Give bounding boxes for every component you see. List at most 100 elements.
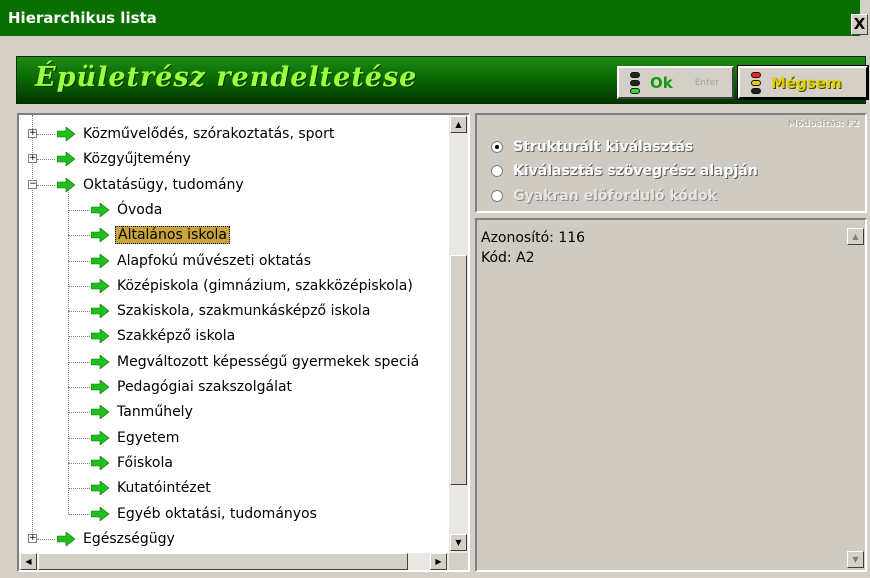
tree-item[interactable]: Általános iskola — [91, 223, 231, 247]
scrollbar-corner — [449, 553, 468, 570]
radio-button-icon — [491, 141, 503, 153]
radio-button-icon — [491, 165, 503, 177]
tree-horizontal-scrollbar[interactable]: ◀ ▶ — [19, 553, 449, 570]
tree-connector — [68, 437, 90, 439]
radio-label: Kiválasztás szövegrész alapján — [513, 163, 758, 179]
tree-connector — [68, 285, 90, 287]
tree-connector — [37, 184, 55, 186]
tree-item[interactable]: Főiskola — [91, 451, 175, 475]
page-title: Épületrész rendeltetése — [35, 62, 418, 93]
tree-item-label: Pedagógiai szakszolgálat — [117, 379, 293, 395]
details-id: Azonosító: 116 — [481, 230, 586, 246]
header-band: Épületrész rendeltetése Ok Enter Mégsem — [16, 56, 869, 104]
scroll-right-icon[interactable]: ▶ — [430, 553, 447, 570]
tree-item-label: Egyetem — [117, 429, 180, 446]
scroll-up-icon[interactable]: ▲ — [450, 116, 467, 133]
tree-item-label: Megváltozott képességű gyermekek speciá — [117, 353, 420, 370]
radio-text-search[interactable]: Kiválasztás szövegrész alapján — [491, 163, 758, 179]
tree-item[interactable]: Középiskola (gimnázium, szakközépiskola) — [91, 274, 415, 298]
tree-item[interactable]: Egyetem — [91, 426, 181, 450]
traffic-light-icon — [748, 71, 763, 94]
green-arrow-icon — [91, 304, 109, 319]
tree-item-label: Szakiskola, szakmunkásképző iskola — [117, 303, 371, 320]
green-arrow-icon — [91, 329, 109, 344]
tree-connector — [68, 361, 90, 363]
tree-item[interactable]: Közgyűjtemény — [57, 147, 193, 171]
tree-item[interactable]: Egyéb oktatási, tudományos — [91, 502, 319, 526]
tree-item-label: Szakképző iskola — [117, 328, 236, 345]
green-arrow-icon — [91, 481, 109, 496]
tree-connector — [68, 387, 90, 388]
tree-item-label: Főiskola — [117, 454, 173, 471]
tree-connector — [68, 235, 90, 237]
radio-structured[interactable]: Strukturált kiválasztás — [491, 139, 693, 155]
tree-view[interactable]: + Közművelődés, szórakoztatás, sport + Közg… — [17, 113, 470, 572]
tree-connector — [68, 209, 90, 211]
green-arrow-icon — [57, 152, 75, 167]
tree-item[interactable]: Alapfokú művészeti oktatás — [91, 249, 313, 273]
cancel-button-label: Mégsem — [771, 73, 842, 92]
tree-connector — [68, 462, 90, 464]
green-arrow-icon — [91, 278, 109, 293]
tree-item[interactable]: Szakiskola, szakmunkásképző iskola — [91, 299, 372, 323]
tree-item-label: Oktatásügy, tudomány — [83, 176, 244, 193]
radio-label: Strukturált kiválasztás — [513, 139, 694, 155]
tree-item-label: Általános iskola — [115, 226, 231, 245]
tree-item[interactable]: Kutatóintézet — [91, 476, 213, 500]
tree-item[interactable]: Közművelődés, szórakoztatás, sport — [57, 122, 336, 146]
ok-button[interactable]: Ok Enter — [617, 66, 734, 99]
radio-label: Gyakran előforduló kódok — [513, 188, 717, 204]
tree-item-label: Óvoda — [117, 201, 163, 218]
tree-connector — [37, 538, 55, 540]
expand-icon[interactable]: + — [28, 129, 37, 138]
tree-item-label: Tanműhely — [117, 404, 193, 421]
expand-icon[interactable]: + — [28, 154, 37, 164]
close-button[interactable]: X — [851, 14, 868, 35]
collapse-icon[interactable]: − — [28, 179, 37, 189]
green-arrow-icon — [91, 430, 109, 445]
green-arrow-icon — [91, 455, 109, 470]
cancel-button[interactable]: Mégsem — [737, 65, 869, 100]
ok-shortcut-hint: Enter — [694, 77, 719, 88]
tree-item-label: Közgyűjtemény — [83, 151, 191, 168]
tree-connector — [68, 311, 90, 313]
green-arrow-icon — [91, 253, 109, 268]
green-arrow-icon — [57, 177, 75, 192]
selection-mode-panel: Módosítás: F2 Strukturált kiválasztás Ki… — [475, 113, 867, 213]
details-vertical-scrollbar[interactable]: ▲ ▼ — [846, 220, 865, 570]
tree-item[interactable]: Óvoda — [91, 198, 164, 222]
tree-connector — [68, 488, 90, 490]
tree-connector — [68, 412, 90, 414]
tree-connector — [37, 159, 55, 161]
tree-item[interactable]: Oktatásügy, tudomány — [57, 173, 246, 197]
tree-item[interactable]: Egészségügy — [57, 527, 177, 551]
scroll-up-icon[interactable]: ▲ — [847, 228, 864, 245]
tree-connector — [68, 260, 90, 262]
scroll-down-icon[interactable]: ▼ — [450, 534, 467, 551]
traffic-light-icon — [627, 71, 642, 94]
tree-item[interactable]: Megváltozott képességű gyermekek speciá — [91, 350, 421, 374]
green-arrow-icon — [91, 506, 109, 521]
scroll-down-icon[interactable]: ▼ — [847, 551, 864, 568]
tree-connector — [68, 336, 90, 338]
tree-content: + Közművelődés, szórakoztatás, sport + Közg… — [19, 115, 449, 553]
scroll-thumb[interactable] — [38, 553, 408, 570]
modification-hint: Módosítás: F2 — [787, 119, 859, 129]
scroll-thumb[interactable] — [450, 255, 467, 485]
green-arrow-icon — [91, 380, 109, 394]
green-arrow-icon — [91, 354, 109, 369]
green-arrow-icon — [91, 202, 109, 217]
tree-connector — [37, 134, 55, 135]
tree-item[interactable]: Szakképző iskola — [91, 324, 237, 348]
details-panel: Azonosító: 116 Kód: A2 ▲ ▼ — [475, 218, 867, 572]
tree-vertical-scrollbar[interactable]: ▲ ▼ — [449, 115, 468, 553]
details-code: Kód: A2 — [481, 250, 535, 266]
scroll-left-icon[interactable]: ◀ — [20, 553, 37, 570]
radio-frequent-codes: Gyakran előforduló kódok — [491, 188, 717, 204]
tree-item-label: Egészségügy — [83, 530, 175, 547]
tree-item[interactable]: Pedagógiai szakszolgálat — [91, 375, 294, 399]
expand-icon[interactable]: + — [28, 533, 37, 543]
ok-button-label: Ok — [650, 73, 673, 92]
tree-item[interactable]: Tanműhely — [91, 400, 195, 424]
tree-item-label: Középiskola (gimnázium, szakközépiskola) — [117, 277, 413, 294]
